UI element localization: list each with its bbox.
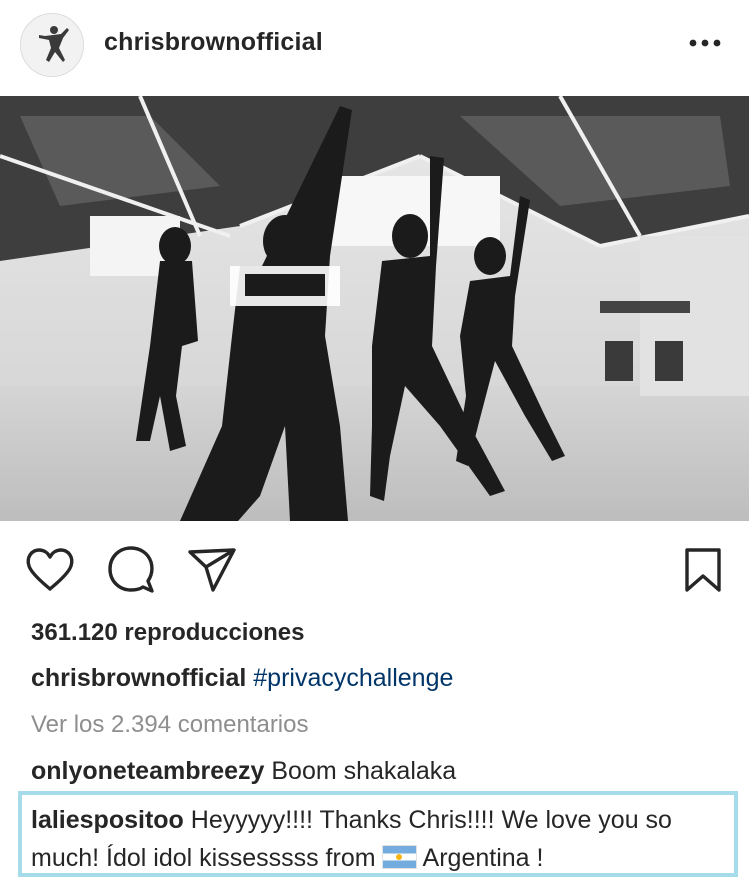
profile-avatar[interactable] bbox=[20, 13, 84, 77]
comment-text-end: Argentina ! bbox=[422, 844, 544, 872]
more-dots-icon bbox=[689, 39, 721, 47]
comment-bubble-icon bbox=[108, 546, 154, 593]
share-button[interactable] bbox=[186, 544, 238, 596]
save-button[interactable] bbox=[678, 544, 730, 596]
post-actions-bar bbox=[0, 521, 749, 621]
post-caption: chrisbrownofficial #privacychallenge bbox=[31, 664, 453, 693]
comment-text: Boom shakalaka bbox=[271, 757, 457, 785]
view-all-comments-link[interactable]: Ver los 2.394 comentarios bbox=[31, 711, 309, 739]
post-video[interactable] bbox=[0, 96, 749, 521]
argentina-flag-icon bbox=[381, 845, 417, 869]
post-author-username[interactable]: chrisbrownofficial bbox=[104, 28, 323, 57]
comment-item: laliespositoo Heyyyyy!!!! Thanks Chris!!… bbox=[31, 801, 731, 877]
heart-icon bbox=[26, 548, 74, 591]
dancer-silhouette-icon bbox=[21, 14, 83, 76]
comment-button[interactable] bbox=[105, 544, 157, 596]
like-button[interactable] bbox=[24, 544, 76, 596]
comment-item: onlyoneteambreezy Boom shakalaka bbox=[31, 757, 456, 786]
bookmark-icon bbox=[685, 548, 721, 592]
post-header: chrisbrownofficial bbox=[0, 0, 749, 96]
caption-hashtag[interactable]: #privacychallenge bbox=[253, 664, 453, 692]
dance-studio-video bbox=[0, 96, 749, 521]
view-count[interactable]: 361.120 reproducciones bbox=[31, 619, 304, 647]
more-options-button[interactable] bbox=[688, 36, 722, 50]
paper-plane-icon bbox=[188, 548, 236, 592]
caption-username[interactable]: chrisbrownofficial bbox=[31, 664, 246, 692]
comment-username[interactable]: laliespositoo bbox=[31, 806, 184, 834]
comment-username[interactable]: onlyoneteambreezy bbox=[31, 757, 264, 785]
